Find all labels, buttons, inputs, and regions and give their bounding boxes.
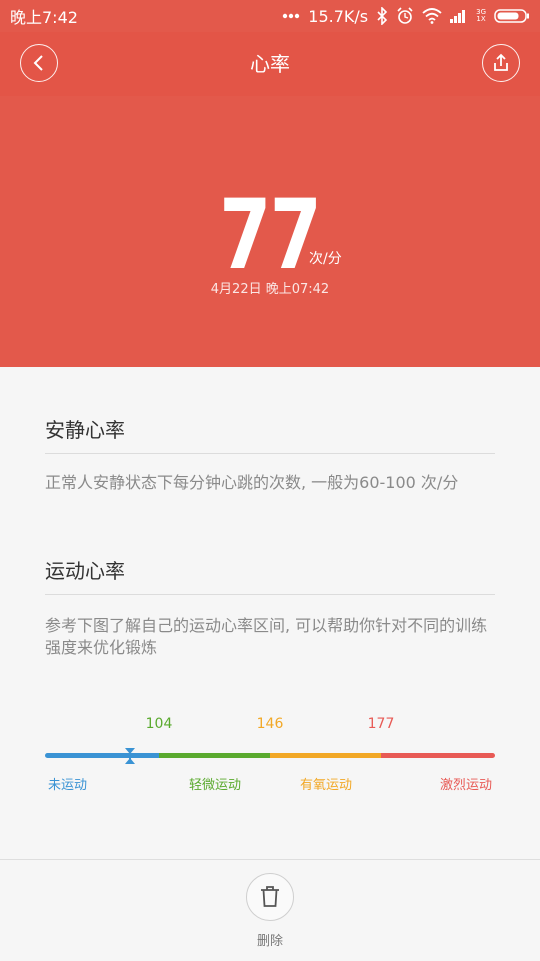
measurement-time: 4月22日 晚上07:42 (210, 282, 330, 297)
alarm-icon (396, 7, 414, 25)
battery-icon (494, 9, 530, 23)
heart-rate-value: 77 (219, 179, 322, 291)
resting-description: 正常人安静状态下每分钟心跳的次数, 一般为60-100 次/分 (45, 473, 459, 492)
header: 晚上7:42 15.7K/s 3G 1X 心率 77 次/分 4月22日 晚上0… (0, 0, 540, 367)
status-icons: 15.7K/s 3G 1X (282, 7, 530, 26)
heart-rate-value-wrap: 77 (0, 180, 540, 290)
heart-rate-unit: 次/分 (309, 251, 342, 267)
trash-icon (261, 886, 279, 907)
zone-threshold: 104 (145, 716, 173, 732)
delete-button[interactable] (246, 873, 294, 921)
bluetooth-icon (376, 7, 388, 25)
footer: 删除 (0, 859, 540, 961)
zone-label: 激烈运动 (440, 778, 493, 793)
share-icon (494, 53, 508, 71)
page-title: 心率 (250, 52, 290, 76)
zone-label: 有氧运动 (300, 778, 353, 793)
zone-threshold: 146 (256, 716, 284, 732)
zone-threshold: 177 (367, 716, 395, 732)
zone-bar-segment (381, 753, 495, 758)
delete-label: 删除 (256, 934, 283, 949)
network-type: 3G 1X (476, 8, 486, 23)
exercise-section: 运动心率 (45, 555, 495, 595)
exercise-title: 运动心率 (45, 555, 495, 595)
wifi-icon (422, 8, 442, 24)
signal-icon (450, 9, 468, 23)
current-rate-marker-icon (125, 748, 135, 764)
zone-label: 未运动 (48, 778, 88, 793)
title-bar: 心率 (0, 32, 540, 96)
exercise-description: 参考下图了解自己的运动心率区间, 可以帮助你针对不同的训练强度来优化锻炼 (45, 616, 488, 657)
resting-title: 安静心率 (45, 414, 495, 454)
more-dots-icon (282, 13, 300, 19)
zone-bar-segment (159, 753, 270, 758)
status-bar: 晚上7:42 15.7K/s 3G 1X (0, 0, 540, 32)
zone-bar-segment (270, 753, 381, 758)
share-button[interactable] (482, 44, 520, 82)
status-time: 晚上7:42 (10, 8, 78, 27)
zone-bar-segment (45, 753, 159, 758)
resting-section: 安静心率 (45, 414, 495, 454)
zone-label: 轻微运动 (189, 778, 242, 793)
net-speed: 15.7K/s (308, 6, 369, 26)
